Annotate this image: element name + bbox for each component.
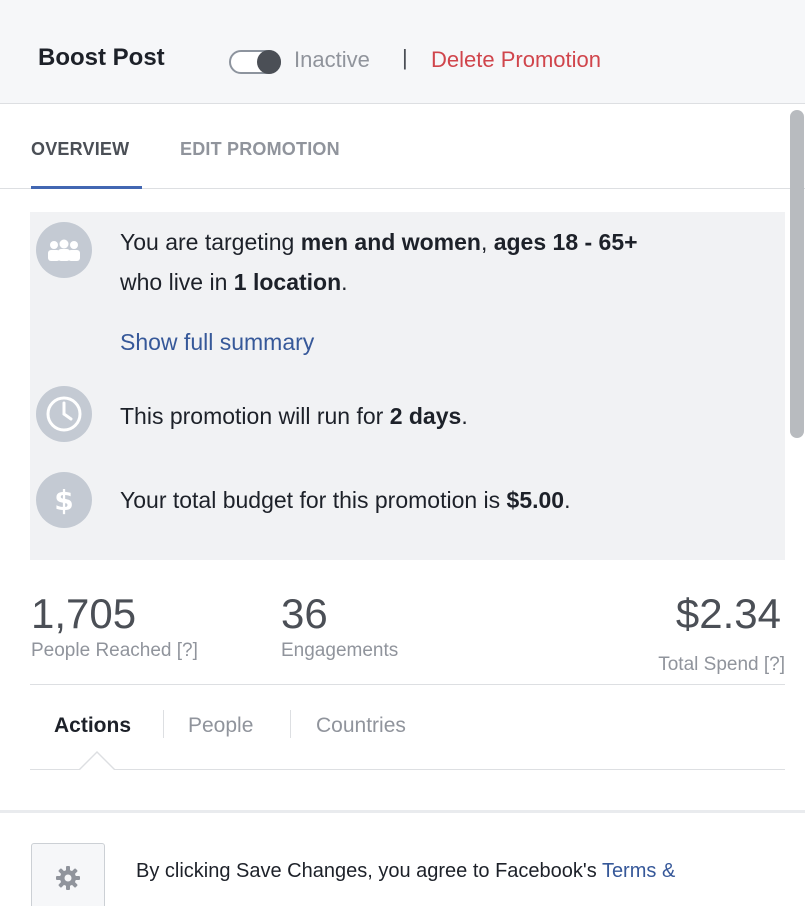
delete-promotion-link[interactable]: Delete Promotion <box>431 47 601 73</box>
duration-text: This promotion will run for 2 days. <box>120 396 468 436</box>
page-title: Boost Post <box>38 44 165 71</box>
targeting-period: . <box>341 269 348 295</box>
subtab-baseline <box>30 769 785 770</box>
targeting-prefix: You are targeting <box>120 229 301 255</box>
tab-edit-promotion[interactable]: EDIT PROMOTION <box>180 139 340 160</box>
duration-value: 2 days <box>389 403 462 429</box>
subtab-actions[interactable]: Actions <box>54 714 131 738</box>
total-spend-value: $2.34 <box>675 590 781 637</box>
active-toggle[interactable] <box>229 50 281 74</box>
total-spend-help[interactable]: [?] <box>764 654 785 675</box>
stats-divider <box>30 684 785 685</box>
total-spend-text: Total Spend <box>658 654 759 675</box>
subtab-people[interactable]: People <box>188 714 253 738</box>
header-separator: | <box>402 45 408 70</box>
subtab-countries[interactable]: Countries <box>316 714 406 738</box>
targeting-audience: men and women <box>300 229 481 255</box>
tab-bar: OVERVIEW EDIT PROMOTION <box>0 105 805 189</box>
active-tab-indicator <box>31 186 142 189</box>
duration-prefix: This promotion will run for <box>120 403 390 429</box>
show-full-summary-link[interactable]: Show full summary <box>120 329 314 356</box>
budget-period: . <box>564 487 571 513</box>
promotion-summary: You are targeting men and women, ages 18… <box>30 212 785 560</box>
engagements-value: 36 <box>281 590 328 637</box>
tab-overview[interactable]: OVERVIEW <box>31 139 129 160</box>
clock-icon <box>36 386 92 442</box>
promotion-header: Boost Post Inactive | Delete Promotion <box>0 0 805 104</box>
budget-text: Your total budget for this promotion is … <box>120 480 571 520</box>
people-reached-label: People Reached [?] <box>31 640 198 662</box>
terms-notice: By clicking Save Changes, you agree to F… <box>136 860 675 883</box>
people-icon <box>36 222 92 278</box>
targeting-text: You are targeting men and women, ages 18… <box>120 222 638 302</box>
duration-period: . <box>461 403 468 429</box>
budget-value: $5.00 <box>506 487 565 513</box>
targeting-location-prefix: who live in <box>120 269 234 295</box>
targeting-locations: 1 location <box>233 269 342 295</box>
people-reached-help[interactable]: [?] <box>177 640 198 661</box>
targeting-comma: , <box>480 229 494 255</box>
dollar-icon: $ <box>36 472 92 528</box>
people-reached-value: 1,705 <box>31 590 137 637</box>
scrollbar-thumb[interactable] <box>790 110 804 438</box>
breakdown-tabs: Actions People Countries <box>30 700 785 770</box>
subtab-divider <box>290 710 291 738</box>
engagements-label: Engagements <box>281 640 399 661</box>
settings-button[interactable] <box>31 843 105 906</box>
targeting-ages: ages 18 - 65+ <box>493 229 638 255</box>
subtab-divider <box>163 710 164 738</box>
terms-notice-text: By clicking Save Changes, you agree to F… <box>136 860 602 882</box>
gear-icon <box>56 866 80 890</box>
people-reached-text: People Reached <box>31 640 172 661</box>
total-spend-label: Total Spend [?] <box>658 654 785 676</box>
status-label: Inactive <box>294 47 370 72</box>
active-subtab-caret-fill <box>80 753 114 770</box>
budget-prefix: Your total budget for this promotion is <box>120 487 507 513</box>
footer-bar: By clicking Save Changes, you agree to F… <box>0 810 805 906</box>
toggle-knob <box>257 50 281 74</box>
terms-link[interactable]: Terms & <box>602 860 675 882</box>
